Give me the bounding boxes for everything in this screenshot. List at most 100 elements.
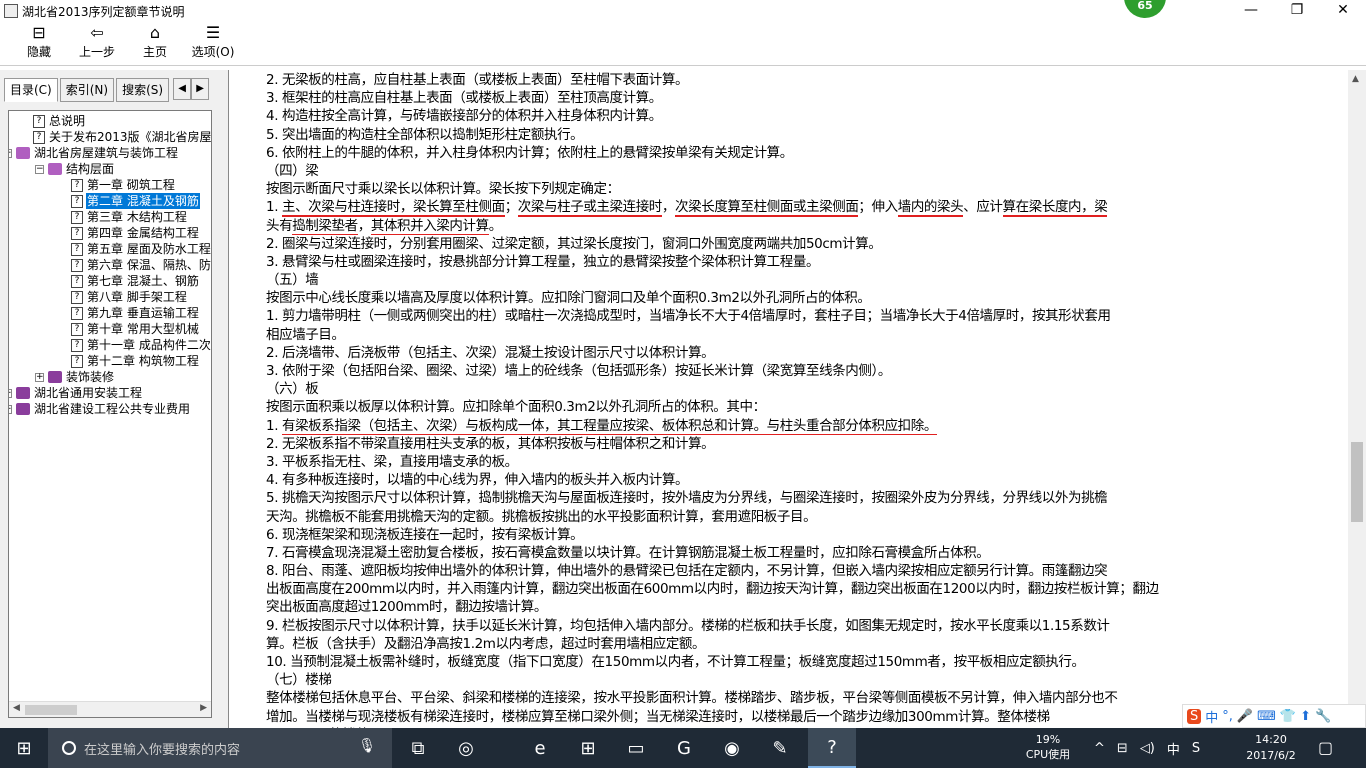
text-line: 2. 圈梁与过梁连接时，分别套用圈梁、过梁定额，其过梁长度按门，窗洞口外围宽度两… [266,235,1310,253]
tab-scroll-left-icon[interactable]: ◀ [173,78,192,100]
tab-scroll-right-icon[interactable]: ▶ [191,78,210,100]
tree-item-label: 第六章 保温、隔热、防 [87,258,211,272]
app-icon-1[interactable]: ◎ [442,728,490,768]
tree-item[interactable]: + 湖北省建设工程公共专业费用 [9,401,191,417]
tree-item[interactable]: + 装饰装修 [35,369,115,385]
scroll-up-icon[interactable]: ▲ [1352,74,1359,84]
task-view-icon[interactable]: ⧉ [394,728,442,768]
tree-item[interactable]: ? 第五章 屋面及防水工程 [71,241,211,257]
cpu-meter[interactable]: 19% CPU使用 [1020,732,1076,762]
tree-item[interactable]: ? 第七章 混凝土、钢筋 [71,273,200,289]
back-icon: ⇦ [90,23,104,42]
open-book-icon [48,163,62,175]
help-page-icon: ? [71,210,83,224]
maximize-button[interactable]: ❐ [1274,0,1320,22]
tree-item[interactable]: ? 关于发布2013版《湖北省房屋 [33,129,211,145]
scroll-right-icon[interactable]: ▶ [200,703,207,713]
windows-icon[interactable]: ⊞ [0,728,48,768]
help-page-icon: ? [33,130,45,144]
explorer-icon[interactable]: ▭ [612,728,660,768]
tree-item[interactable]: ? 第二章 混凝土及钢筋 [71,193,200,209]
show-hidden-icons-icon[interactable]: ^ [1094,741,1105,756]
tree-horizontal-scrollbar[interactable]: ◀ ▶ [9,701,211,717]
network-icon[interactable]: ⊟ [1117,741,1128,756]
settings-icon[interactable]: 🔧 [1315,709,1331,724]
text-segment: 5. 突出墙面的构造柱全部体积以捣制矩形柱定额执行。 [266,126,584,143]
status-badge[interactable]: 65 [1124,0,1166,18]
back-button[interactable]: ⇦ 上一步 [68,22,126,66]
tree-item-label: 第十章 常用大型机械 [87,322,199,336]
content-vertical-scrollbar[interactable]: ▲ ▼ [1348,70,1366,728]
close-button[interactable]: ✕ [1320,0,1366,22]
tree-item[interactable]: ? 第八章 脚手架工程 [71,289,188,305]
tree-item[interactable]: ? 第四章 金属结构工程 [71,225,200,241]
voice-icon[interactable]: 🎤 [1237,709,1253,724]
tree-item[interactable]: + 湖北省通用安装工程 [9,385,143,401]
tree-item[interactable]: − 结构层面 [35,161,115,177]
microphone-icon[interactable]: 🎙 [358,738,376,754]
app-icon-2[interactable]: ◉ [708,728,756,768]
text-line: （五）墙 [266,271,1310,289]
tree-item[interactable]: ? 第三章 木结构工程 [71,209,188,225]
store-icon[interactable]: ⊞ [564,728,612,768]
punctuation-icon[interactable]: °, [1222,709,1233,724]
tree-item[interactable]: − 湖北省房屋建筑与装饰工程 [9,145,179,161]
book-icon [16,387,30,399]
search-input[interactable]: 在这里输入你要搜索的内容 [84,739,240,758]
tree-item[interactable]: ? 第一章 砌筑工程 [71,177,176,193]
scroll-thumb[interactable] [25,705,77,715]
hide-button[interactable]: ⊟ 隐藏 [10,22,68,66]
tab-contents[interactable]: 目录(C) [4,78,58,102]
volume-icon[interactable]: ◁) [1140,741,1155,756]
expand-icon[interactable]: + [35,372,44,382]
text-segment: 6. 依附柱上的牛腿的体积，并入柱身体积内计算；依附柱上的悬臂梁按单梁有关规定计… [266,144,793,161]
home-button[interactable]: ⌂ 主页 [126,22,184,66]
text-line: 1. 主、次梁与柱连接时，梁长算至柱侧面；次梁与柱子或主梁连接时，次梁长度算至柱… [266,198,1310,217]
underlined-text: 次梁长度算至柱侧面或主梁侧面 [675,199,859,217]
tree-item[interactable]: ? 第六章 保温、隔热、防 [71,257,211,273]
text-segment: 。 [488,217,503,234]
tree-item[interactable]: ? 第十二章 构筑物工程 [71,353,200,369]
tree-item-label: 第五章 屋面及防水工程 [87,242,211,256]
text-segment: ， [357,217,372,234]
browser-g-icon[interactable]: G [660,728,708,768]
tree-item[interactable]: ? 第十章 常用大型机械 [71,321,200,337]
skin-icon[interactable]: 👕 [1280,709,1296,724]
text-segment: 3. 平板系指无柱、梁，直接用墙支承的板。 [266,453,518,470]
taskbar-search[interactable]: 在这里输入你要搜索的内容 🎙 [48,728,392,768]
tree-item[interactable]: ? 总说明 [33,113,86,129]
text-segment: 10. 当预制混凝土板需补缝时，板缝宽度（指下口宽度）在150mm以内者，不计算… [266,654,1085,670]
options-button[interactable]: ☰ 选项(O) [184,22,242,66]
expand-icon[interactable]: + [9,388,12,398]
upload-icon[interactable]: ⬆ [1300,709,1311,724]
notifications-icon[interactable]: ▢ [1318,738,1333,757]
chinese-mode-label[interactable]: 中 [1205,707,1218,726]
text-segment: 2. 无梁板系指不带梁直接用柱头支承的板，其体积按板与柱帽体积之和计算。 [266,435,715,452]
help-page-icon: ? [71,194,83,208]
minimize-button[interactable]: — [1228,0,1274,22]
text-line: 突出板面高度超过1200mm时，翻边按墙计算。 [266,598,1310,616]
tree-item[interactable]: ? 第九章 垂直运输工程 [71,305,200,321]
collapse-icon[interactable]: − [9,148,12,158]
scroll-left-icon[interactable]: ◀ [13,703,20,713]
text-line: 3. 悬臂梁与柱或圈梁连接时，按悬挑部分计算工程量，独立的悬臂梁按整个梁体积计算… [266,253,1310,271]
notes-icon[interactable]: ✎ [756,728,804,768]
help-app-icon[interactable]: ? [808,728,856,768]
tree-item[interactable]: ? 第十一章 成品构件二次 [71,337,211,353]
sogou-logo-icon[interactable]: S [1187,708,1202,724]
tab-search[interactable]: 搜索(S) [116,78,170,102]
expand-icon[interactable]: + [9,404,12,414]
input-language-icon[interactable]: 中 [1167,739,1180,758]
text-segment: 天沟。挑檐板不能套用挑檐天沟的定额。挑檐板按挑出的水平投影面积计算，套用遮阳板子… [266,508,817,525]
tab-index[interactable]: 索引(N) [59,78,115,102]
edge-icon[interactable]: e [516,728,564,768]
clock[interactable]: 14:20 2017/6/2 [1236,732,1306,764]
text-line: 5. 挑檐天沟按图示尺寸以体积计算，捣制挑檐天沟与屋面板连接时，按外墙皮为分界线… [266,489,1310,507]
keyboard-icon[interactable]: ⌨ [1257,709,1276,724]
scroll-thumb[interactable] [1351,442,1363,522]
underlined-text: 其体积并入梁内计算 [370,217,489,235]
text-segment: 2. 圈梁与过梁连接时，分别套用圈梁、过梁定额，其过梁长度按门，窗洞口外围宽度两… [266,235,882,252]
collapse-icon[interactable]: − [35,164,44,174]
tree-item-label: 第三章 木结构工程 [87,210,187,224]
sogou-tray-icon[interactable]: S [1192,741,1200,756]
